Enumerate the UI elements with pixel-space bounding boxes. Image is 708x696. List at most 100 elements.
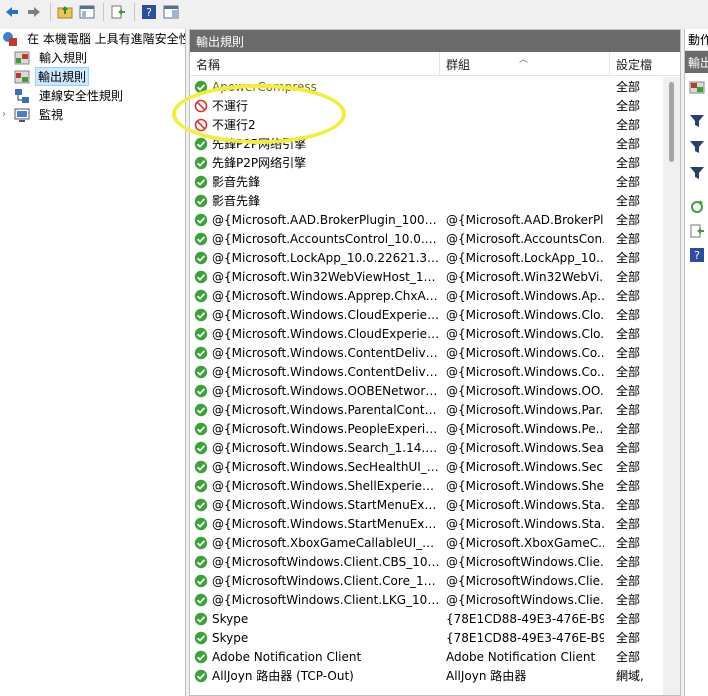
allowed-check-icon xyxy=(194,574,208,587)
table-row[interactable]: ApowerCompress 全部 xyxy=(190,77,663,96)
table-row[interactable]: 先鋒P2P网络引擎 全部 xyxy=(190,134,663,153)
table-row[interactable]: @{MicrosoftWindows.Client.Core_1000... @{… xyxy=(190,571,663,590)
rule-name: @{Microsoft.Windows.SecHealthUI_10... xyxy=(212,459,440,474)
help-icon[interactable]: ? xyxy=(139,2,159,22)
rule-group: @{Microsoft.Win32WebVi... xyxy=(446,269,604,284)
table-row[interactable]: AllJoyn 路由器 (TCP-Out) AllJoyn 路由器 網域, xyxy=(190,666,663,685)
export-list-icon[interactable] xyxy=(685,221,708,241)
rule-name-cell: Adobe Notification Client xyxy=(194,647,440,666)
rule-group: @{Microsoft.Windows.Sta... xyxy=(446,497,604,512)
table-row[interactable]: @{Microsoft.Windows.ContentDeliver... @{M… xyxy=(190,362,663,381)
rule-profile: 全部 xyxy=(616,175,641,189)
rule-name-cell: 不運行 xyxy=(194,96,440,115)
table-row[interactable]: @{Microsoft.XboxGameCallableUI_10... @{Mi… xyxy=(190,533,663,552)
new-rule-icon[interactable] xyxy=(685,77,708,97)
forward-icon[interactable] xyxy=(24,2,44,22)
table-row[interactable]: @{Microsoft.Windows.ShellExperience... @{… xyxy=(190,476,663,495)
table-row[interactable]: @{Microsoft.AccountsControl_10.0.22... @{… xyxy=(190,229,663,248)
tree-item-monitor[interactable]: › 監視 xyxy=(0,105,185,124)
table-row[interactable]: 不運行2 全部 xyxy=(190,115,663,134)
table-row[interactable]: @{Microsoft.Windows.PeopleExperien... @{M… xyxy=(190,419,663,438)
allowed-check-icon xyxy=(194,669,208,682)
export-list-icon[interactable] xyxy=(108,2,128,22)
rule-name: @{Microsoft.Windows.CloudExperienc... xyxy=(212,307,440,322)
column-name-label: 名稱 xyxy=(196,57,221,72)
scrollbar-thumb[interactable] xyxy=(669,82,674,162)
rule-name-cell: Skype xyxy=(194,628,440,647)
back-icon[interactable] xyxy=(2,2,22,22)
table-row[interactable]: @{Microsoft.Windows.ContentDeliver... @{M… xyxy=(190,343,663,362)
show-hide-tree-icon[interactable] xyxy=(77,2,97,22)
rule-name-cell: @{Microsoft.AAD.BrokerPlugin_1000.1... xyxy=(194,210,440,229)
rule-name-cell: Skype xyxy=(194,609,440,628)
table-row[interactable]: @{MicrosoftWindows.Client.CBS_1000... @{M… xyxy=(190,552,663,571)
tree-root[interactable]: 在 本機電腦 上具有進階安全性的 xyxy=(0,29,185,48)
allowed-check-icon xyxy=(194,631,208,644)
table-row[interactable]: @{Microsoft.Windows.OOBENetwork... @{Micr… xyxy=(190,381,663,400)
rule-name-cell: @{Microsoft.Win32WebViewHost_10.... xyxy=(194,267,440,286)
table-row[interactable]: 不運行 全部 xyxy=(190,96,663,115)
rule-profile: 全部 xyxy=(616,213,641,227)
rule-profile: 全部 xyxy=(616,194,641,208)
column-header-row: 名稱 群組 ︿ 設定檔 xyxy=(190,52,680,76)
filter-by-group-icon[interactable] xyxy=(685,163,708,183)
rule-name-cell: 影音先鋒 xyxy=(194,172,440,191)
rule-name: @{Microsoft.AAD.BrokerPlugin_1000.1... xyxy=(212,212,440,227)
table-row[interactable]: 影音先鋒 全部 xyxy=(190,191,663,210)
table-row[interactable]: Skype {78E1CD88-49E3-476E-B9... 全部 xyxy=(190,609,663,628)
properties-pane-icon[interactable] xyxy=(161,2,181,22)
table-row[interactable]: @{Microsoft.Windows.CloudExperienc... @{M… xyxy=(190,305,663,324)
table-row[interactable]: @{Microsoft.LockApp_10.0.22621.323... @{M… xyxy=(190,248,663,267)
table-row[interactable]: @{Microsoft.Windows.SecHealthUI_10... @{M… xyxy=(190,457,663,476)
tree-item-connection-security[interactable]: 連線安全性規則 xyxy=(0,86,185,105)
table-row[interactable]: @{Microsoft.Windows.CloudExperienc... @{M… xyxy=(190,324,663,343)
folder-up-icon[interactable] xyxy=(55,2,75,22)
rule-profile: 全部 xyxy=(616,593,641,607)
table-row[interactable]: @{Microsoft.AAD.BrokerPlugin_1000.1... @{… xyxy=(190,210,663,229)
rule-group: @{Microsoft.Windows.Ap... xyxy=(446,288,604,303)
table-row[interactable]: @{Microsoft.Windows.StartMenuExpe... @{Mi… xyxy=(190,495,663,514)
filter-by-state-icon[interactable] xyxy=(685,137,708,157)
rule-profile: 全部 xyxy=(616,232,641,246)
table-row[interactable]: @{Microsoft.Windows.ParentalControl... @{… xyxy=(190,400,663,419)
rule-name: @{MicrosoftWindows.Client.LKG_1000... xyxy=(212,592,440,607)
table-row[interactable]: @{Microsoft.Win32WebViewHost_10.... @{Mic… xyxy=(190,267,663,286)
column-header-profile[interactable]: 設定檔 xyxy=(610,52,670,76)
rule-group xyxy=(446,172,604,191)
table-row[interactable]: 先鋒P2P网络引擎 全部 xyxy=(190,153,663,172)
table-row[interactable]: @{Microsoft.Windows.Apprep.ChxAp... @{Mic… xyxy=(190,286,663,305)
allowed-check-icon xyxy=(194,289,208,302)
expand-chevron-icon[interactable]: › xyxy=(2,109,14,120)
rule-group: @{Microsoft.AccountsCon... xyxy=(446,231,604,246)
rule-name-cell: @{MicrosoftWindows.Client.CBS_1000... xyxy=(194,552,440,571)
rule-profile: 全部 xyxy=(616,137,641,151)
rule-name: @{Microsoft.Windows.ContentDeliver... xyxy=(212,364,440,379)
tree-item-outbound[interactable]: 輸出規則 xyxy=(0,67,185,86)
rule-name-cell: @{Microsoft.Windows.Search_1.14.12.... xyxy=(194,438,440,457)
allowed-check-icon xyxy=(194,555,208,568)
vertical-scrollbar[interactable] xyxy=(663,77,680,695)
column-header-name[interactable]: 名稱 xyxy=(190,52,440,76)
table-row[interactable]: @{Microsoft.Windows.StartMenuExpe... @{Mi… xyxy=(190,514,663,533)
toolbar-separator xyxy=(103,3,104,21)
table-row[interactable]: 影音先鋒 全部 xyxy=(190,172,663,191)
rule-name: Adobe Notification Client xyxy=(212,649,362,664)
rule-group: @{Microsoft.AAD.BrokerPl... xyxy=(446,212,604,227)
allowed-check-icon xyxy=(194,536,208,549)
rule-profile: 全部 xyxy=(616,308,641,322)
firewall-window: ? 在 本機電腦 上具有進階安全性的 輸入規則 輸出規則 連線安全性規則 › 監… xyxy=(0,0,708,696)
table-row[interactable]: Adobe Notification Client Adobe Notificat… xyxy=(190,647,663,666)
sort-ascending-icon: ︿ xyxy=(519,55,529,65)
rule-name-cell: @{Microsoft.Windows.ContentDeliver... xyxy=(194,343,440,362)
tree-item-inbound[interactable]: 輸入規則 xyxy=(0,48,185,67)
rule-profile: 全部 xyxy=(616,612,641,626)
refresh-icon[interactable] xyxy=(685,197,708,217)
table-row[interactable]: Skype {78E1CD88-49E3-476E-B9... 全部 xyxy=(190,628,663,647)
rule-group: @{MicrosoftWindows.Clie... xyxy=(446,573,604,588)
filter-by-profile-icon[interactable] xyxy=(685,111,708,131)
table-row[interactable]: @{Microsoft.Windows.Search_1.14.12.... @{… xyxy=(190,438,663,457)
allowed-check-icon xyxy=(194,346,208,359)
table-row[interactable]: @{MicrosoftWindows.Client.LKG_1000... @{M… xyxy=(190,590,663,609)
help-icon[interactable]: ? xyxy=(685,245,708,265)
rule-name: Skype xyxy=(212,630,249,645)
